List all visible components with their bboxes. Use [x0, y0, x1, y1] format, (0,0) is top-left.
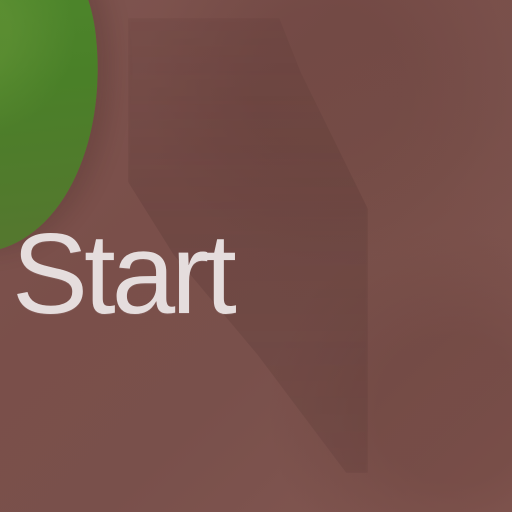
start-button[interactable]: Start: [12, 210, 282, 335]
game-screen: Start: [0, 0, 512, 512]
start-label: Start: [12, 210, 237, 335]
